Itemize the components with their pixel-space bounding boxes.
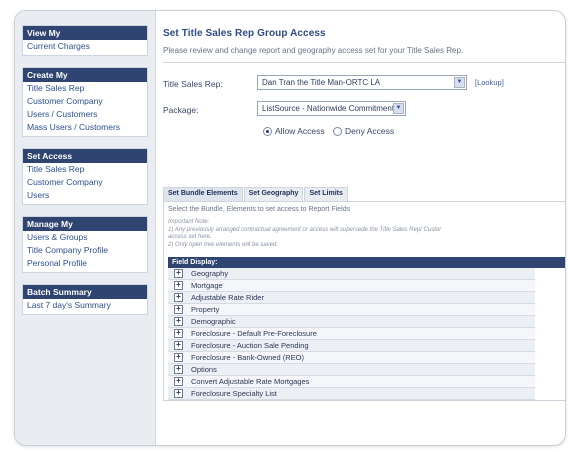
sidebar-item[interactable]: Users — [23, 189, 147, 204]
plus-box-icon[interactable]: + — [174, 389, 183, 398]
field-tree-label: Adjustable Rate Rider — [191, 293, 264, 302]
plus-box-icon[interactable]: + — [174, 293, 183, 302]
field-tree-label: Convert Adjustable Rate Mortgages — [191, 377, 310, 386]
sidebar-group: View My Current Charges — [22, 25, 148, 56]
plus-box-icon[interactable]: + — [174, 353, 183, 362]
sidebar-group: Batch Summary Last 7 day's Summary — [22, 284, 148, 315]
chevron-down-icon[interactable]: ▼ — [393, 103, 404, 114]
sidebar-item[interactable]: Personal Profile — [23, 257, 147, 272]
access-panel: Set Bundle Elements Set Geography Set Li… — [163, 187, 565, 445]
field-tree-label: Foreclosure - Bank-Owned (REO) — [191, 353, 304, 362]
tab-set-bundle-elements[interactable]: Set Bundle Elements — [163, 187, 243, 201]
field-tree-label: Mortgage — [191, 281, 223, 290]
field-tree-row: + Geography — [168, 268, 535, 280]
field-tree-row: + Mortgage — [168, 280, 535, 292]
sidebar-item[interactable]: Title Company Profile — [23, 244, 147, 257]
plus-box-icon[interactable]: + — [174, 281, 183, 290]
package-select[interactable]: ListSource - Nationwide Commitment ▼ — [257, 101, 406, 116]
plus-box-icon[interactable]: + — [174, 377, 183, 386]
field-tree-row: + Convert Adjustable Rate Mortgages — [168, 376, 535, 388]
chevron-down-icon[interactable]: ▼ — [454, 77, 465, 88]
field-tree-row: + Foreclosure - Default Pre-Foreclosure — [168, 328, 535, 340]
note-line: 2) Only open tree elements will be saved… — [168, 241, 279, 248]
page-subtitle: Please review and change report and geog… — [163, 46, 565, 63]
field-tree-row: + Foreclosure - Bank-Owned (REO) — [168, 352, 535, 364]
field-tree-label: Property — [191, 305, 220, 314]
main-content: Set Title Sales Rep Group Access Please … — [157, 11, 565, 445]
sidebar-group-title: Batch Summary — [23, 285, 147, 299]
sidebar-group-title: View My — [23, 26, 147, 40]
plus-box-icon[interactable]: + — [174, 269, 183, 278]
instruction-text: Select the Bundle, Elements to set acces… — [168, 206, 351, 213]
field-tree-label: Foreclosure Specialty List — [191, 389, 277, 398]
field-tree-label: Geography — [191, 269, 229, 278]
sidebar-group: Manage My Users & Groups Title Company Pro… — [22, 216, 148, 273]
sidebar-item[interactable]: Title Sales Rep — [23, 163, 147, 176]
app-window: View My Current Charges Create My Title Sal… — [14, 10, 566, 446]
field-display-header: Field Display: — [168, 257, 565, 268]
sidebar-item[interactable]: Customer Company — [23, 95, 147, 108]
plus-box-icon[interactable]: + — [174, 341, 183, 350]
allow-access-label: Allow Access — [275, 126, 325, 136]
field-tree-row: + Foreclosure Specialty List — [168, 388, 535, 400]
rep-select[interactable]: Dan Tran the Title Man-ORTC LA ▼ — [257, 75, 467, 90]
plus-box-icon[interactable]: + — [174, 317, 183, 326]
radio-unselected-icon[interactable] — [333, 126, 342, 136]
page-title: Set Title Sales Rep Group Access — [163, 28, 326, 39]
sidebar-item[interactable]: Users / Customers — [23, 108, 147, 121]
plus-box-icon[interactable]: + — [174, 365, 183, 374]
sidebar-group-title: Set Access — [23, 149, 147, 163]
tab-set-geography[interactable]: Set Geography — [243, 187, 304, 201]
sidebar-group-title: Create My — [23, 68, 147, 82]
field-tree-row: + Options — [168, 364, 535, 376]
sidebar-group: Create My Title Sales Rep Customer Company… — [22, 67, 148, 137]
field-tree-label: Foreclosure - Auction Sale Pending — [191, 341, 309, 350]
field-tree-row: + Property — [168, 304, 535, 316]
lookup-link[interactable]: [Lookup] — [475, 78, 504, 87]
field-tree: + Geography + Mortgage + Adjustable Rate Ride… — [168, 268, 535, 400]
field-tree-label: Demographic — [191, 317, 236, 326]
field-tree-row: + Adjustable Rate Rider — [168, 292, 535, 304]
tab-panel-body: Select the Bundle, Elements to set acces… — [163, 201, 565, 401]
sidebar-item[interactable]: Last 7 day's Summary — [23, 299, 147, 314]
field-tree-row: + Foreclosure - Auction Sale Pending — [168, 340, 535, 352]
tab-bar: Set Bundle Elements Set Geography Set Li… — [163, 187, 565, 201]
rep-row: Title Sales Rep: Dan Tran the Title Man-… — [163, 75, 565, 95]
sidebar-group: Set Access Title Sales Rep Customer Compan… — [22, 148, 148, 205]
package-select-value: ListSource - Nationwide Commitment — [262, 104, 395, 113]
radio-selected-icon[interactable] — [263, 126, 272, 136]
field-tree-label: Foreclosure - Default Pre-Foreclosure — [191, 329, 317, 338]
sidebar-group-title: Manage My — [23, 217, 147, 231]
field-tree-row: + Demographic — [168, 316, 535, 328]
note-title: Important Note: — [168, 219, 210, 225]
tab-set-limits[interactable]: Set Limits — [304, 187, 348, 201]
rep-label: Title Sales Rep: — [163, 79, 223, 89]
deny-access-radio[interactable]: Deny Access — [333, 126, 394, 136]
sidebar-item[interactable]: Current Charges — [23, 40, 147, 55]
sidebar: View My Current Charges Create My Title Sal… — [15, 11, 156, 445]
sidebar-item[interactable]: Title Sales Rep — [23, 82, 147, 95]
note-line: 1) Any previously arranged contractual a… — [168, 226, 442, 233]
important-note: Important Note: 1) Any previously arrang… — [168, 219, 565, 249]
access-radio-group: Allow Access Deny Access — [163, 123, 565, 141]
deny-access-label: Deny Access — [345, 126, 395, 136]
package-label: Package: — [163, 105, 199, 115]
sidebar-item[interactable]: Mass Users / Customers — [23, 121, 147, 136]
sidebar-item[interactable]: Users & Groups — [23, 231, 147, 244]
package-row: Package: ListSource - Nationwide Commitm… — [163, 101, 565, 121]
sidebar-item[interactable]: Customer Company — [23, 176, 147, 189]
plus-box-icon[interactable]: + — [174, 305, 183, 314]
field-tree-label: Options — [191, 365, 217, 374]
rep-select-value: Dan Tran the Title Man-ORTC LA — [262, 78, 381, 87]
allow-access-radio[interactable]: Allow Access — [263, 126, 325, 136]
note-line: access set here. — [168, 234, 212, 240]
plus-box-icon[interactable]: + — [174, 329, 183, 338]
